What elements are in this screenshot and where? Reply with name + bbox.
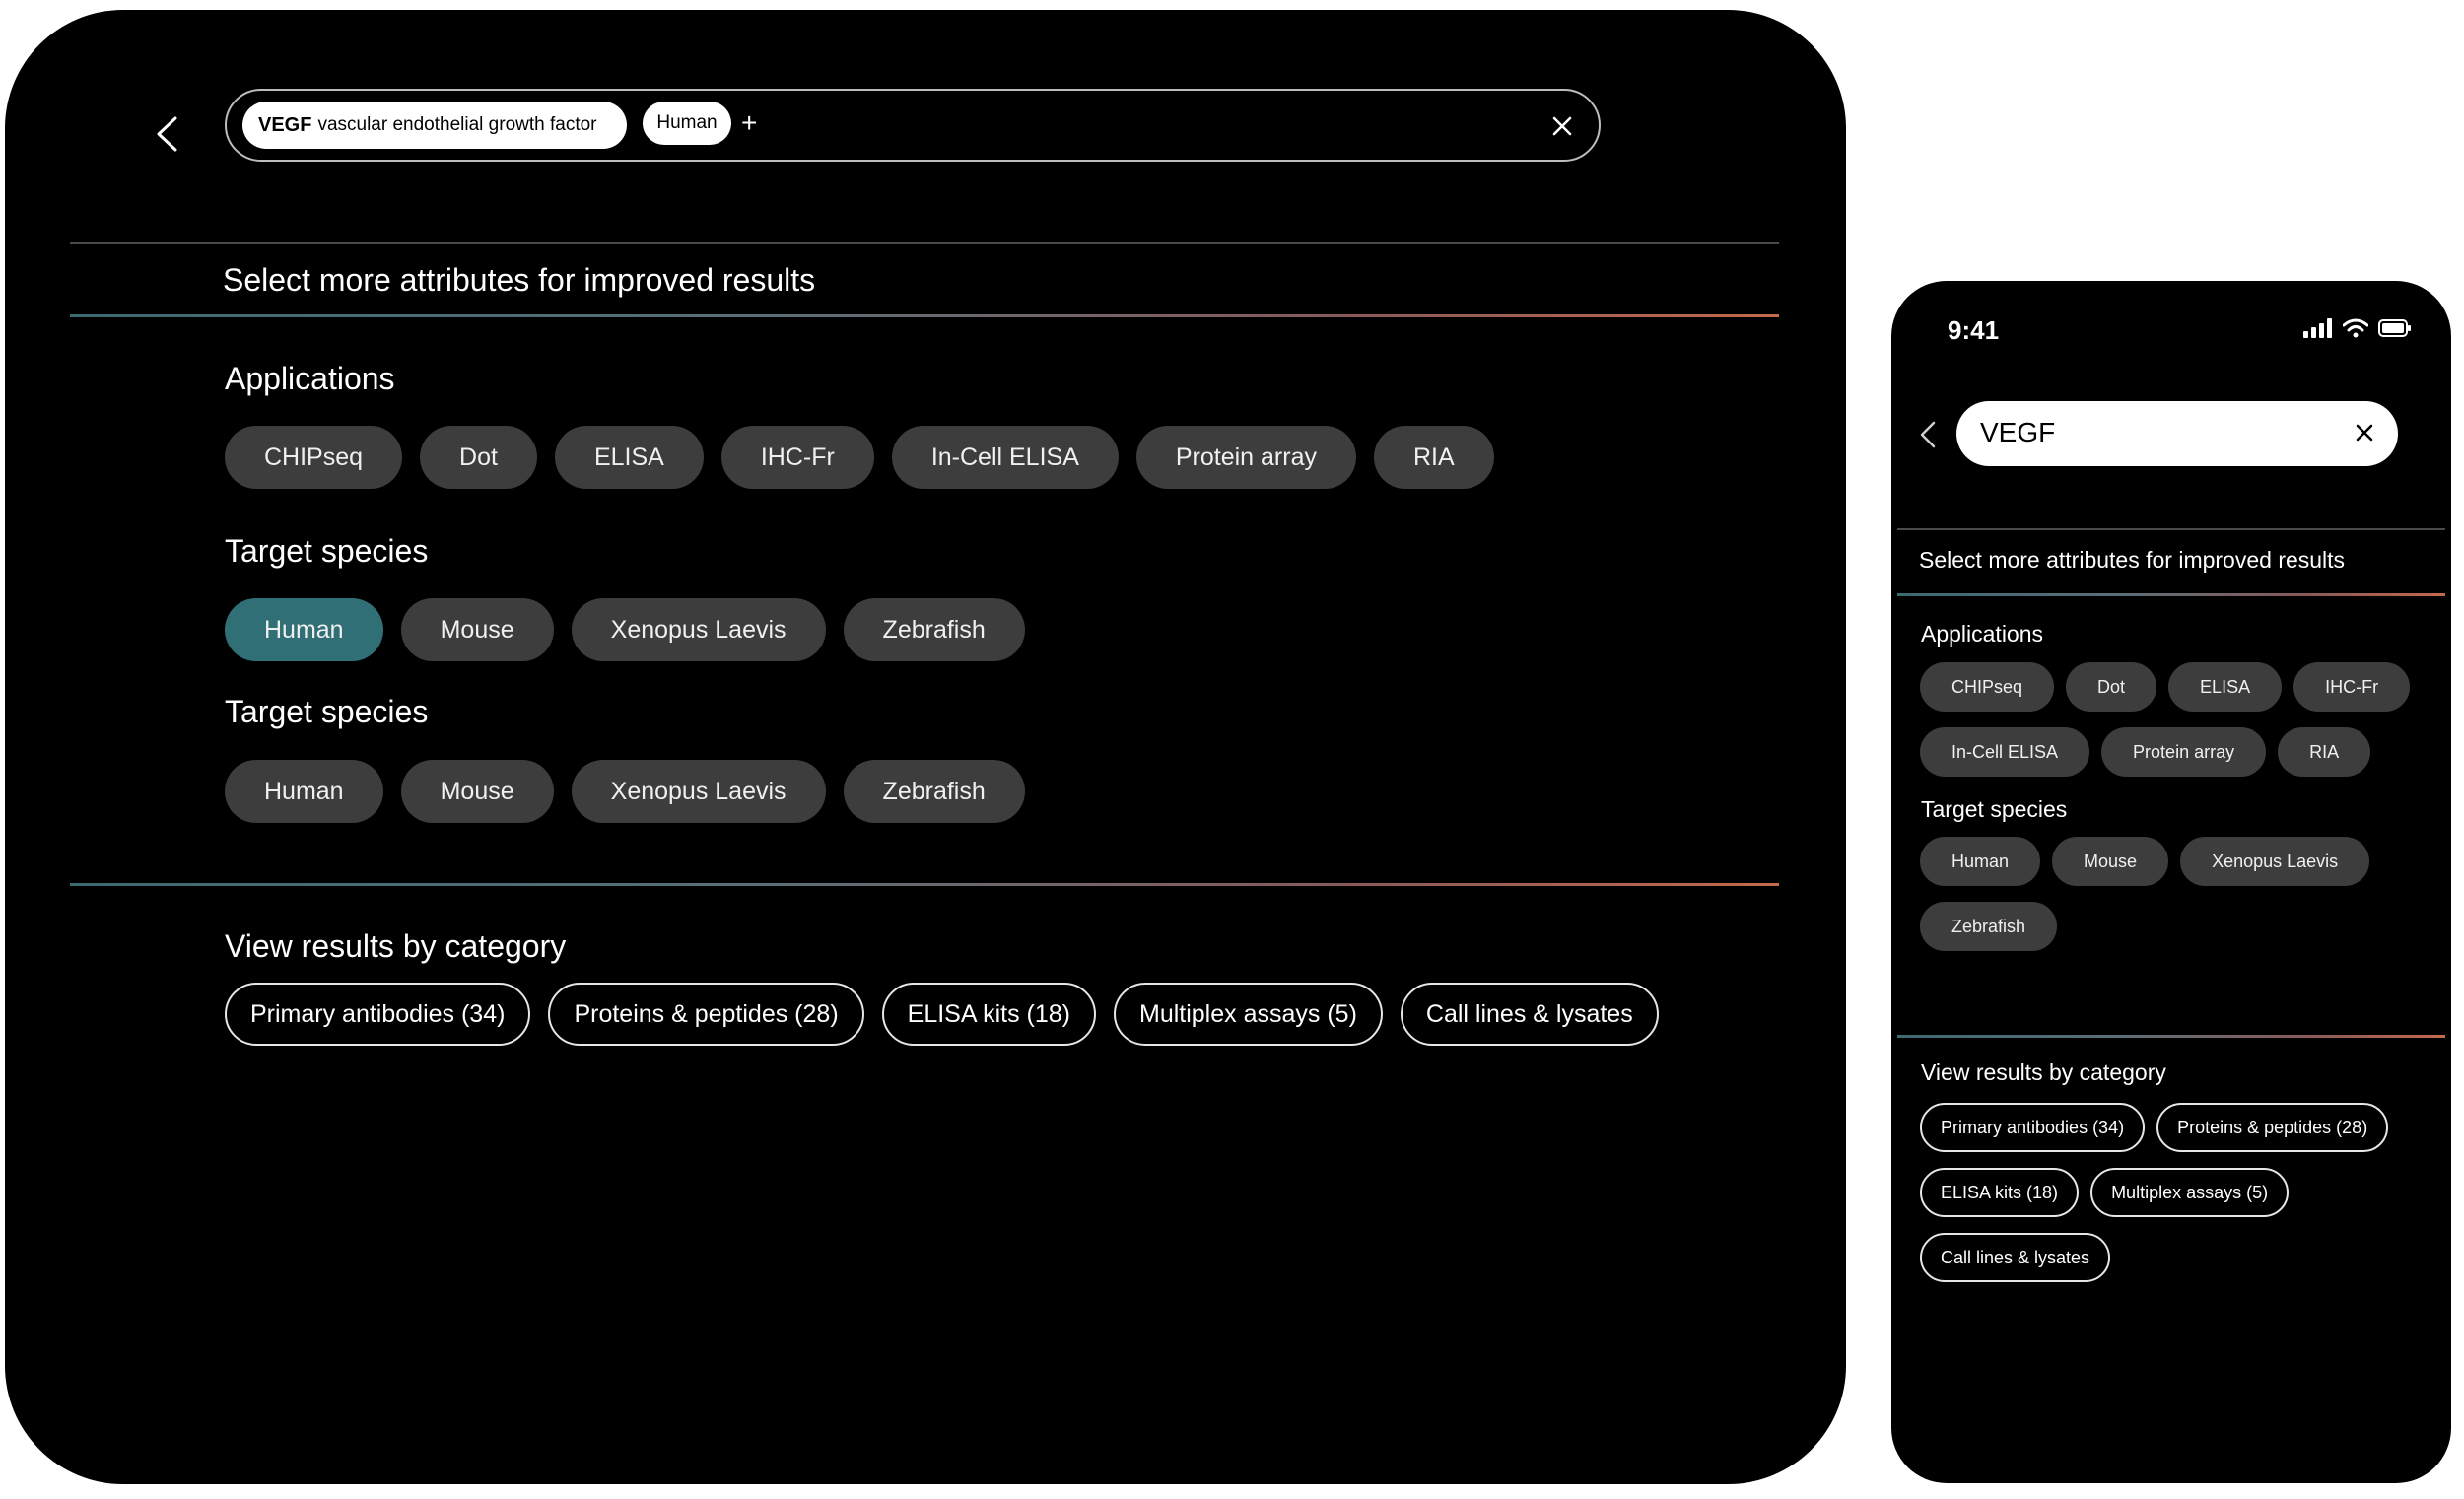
query-description: vascular endothelial growth factor	[317, 114, 597, 135]
filter-pill-dot[interactable]: Dot	[420, 426, 537, 489]
filter-pill-zebrafish[interactable]: Zebrafish	[843, 598, 1025, 661]
filter-pill-in-cell-elisa[interactable]: In-Cell ELISA	[891, 426, 1119, 489]
filter-pill-zebrafish[interactable]: Zebrafish	[843, 760, 1025, 823]
categories-heading: View results by category	[1921, 1059, 2166, 1085]
filter-pill-human-selected[interactable]: Human	[225, 598, 383, 661]
filter-pill-human[interactable]: Human	[225, 760, 383, 823]
wifi-icon	[2343, 318, 2368, 338]
applications-heading: Applications	[1921, 621, 2044, 647]
gradient-divider	[70, 883, 1779, 886]
gradient-divider	[1897, 1035, 2445, 1038]
category-multiplex-assays[interactable]: Multiplex assays (5)	[2090, 1168, 2290, 1217]
filter-pill-mouse[interactable]: Mouse	[400, 598, 554, 661]
filter-pill-in-cell-elisa[interactable]: In-Cell ELISA	[1920, 727, 2090, 777]
close-icon[interactable]	[2353, 421, 2376, 444]
close-icon[interactable]	[1544, 108, 1580, 144]
filter-pill-xenopus-laevis[interactable]: Xenopus Laevis	[571, 598, 826, 661]
target-species-pills: Human Mouse Xenopus Laevis Zebrafish	[225, 598, 1025, 661]
filter-pill-human[interactable]: Human	[1920, 837, 2041, 886]
battery-icon	[2378, 319, 2411, 337]
filter-pill-elisa[interactable]: ELISA	[554, 426, 704, 489]
status-icons	[2303, 318, 2412, 338]
divider	[1897, 528, 2445, 530]
target-species-pills: Human Mouse Xenopus Laevis Zebrafish	[225, 760, 1025, 823]
back-chevron-icon[interactable]	[1917, 419, 1939, 450]
query-chip[interactable]: VEGF vascular endothelial growth factor	[242, 102, 627, 149]
filter-pill-mouse[interactable]: Mouse	[2052, 837, 2169, 886]
filter-pill-xenopus-laevis[interactable]: Xenopus Laevis	[2180, 837, 2370, 886]
target-species-pills: Human Mouse Xenopus Laevis Zebrafish	[1920, 837, 2413, 951]
search-bar[interactable]: VEGF vascular endothelial growth factor …	[225, 89, 1601, 162]
category-pills: Primary antibodies (34) Proteins & pepti…	[225, 983, 1659, 1046]
filter-pill-mouse[interactable]: Mouse	[400, 760, 554, 823]
category-elisa-kits[interactable]: ELISA kits (18)	[881, 983, 1096, 1046]
filter-pill-zebrafish[interactable]: Zebrafish	[1920, 902, 2058, 951]
category-multiplex-assays[interactable]: Multiplex assays (5)	[1114, 983, 1383, 1046]
signal-icon	[2303, 318, 2332, 338]
filter-pill-ihc-fr[interactable]: IHC-Fr	[720, 426, 874, 489]
gradient-divider	[1897, 593, 2445, 596]
attributes-subtitle: Select more attributes for improved resu…	[223, 262, 816, 298]
filter-pill-dot[interactable]: Dot	[2066, 662, 2157, 712]
filter-pill-chipseq[interactable]: CHIPseq	[1920, 662, 2055, 712]
category-primary-antibodies[interactable]: Primary antibodies (34)	[1920, 1103, 2146, 1152]
gradient-divider	[70, 314, 1779, 317]
species-chip[interactable]: Human	[643, 102, 731, 145]
filter-pill-protein-array[interactable]: Protein array	[2101, 727, 2267, 777]
filter-pill-ihc-fr[interactable]: IHC-Fr	[2293, 662, 2411, 712]
phone-screen: 9:41 VEGF Select more attributes for imp…	[1891, 281, 2451, 1483]
category-primary-antibodies[interactable]: Primary antibodies (34)	[225, 983, 531, 1046]
applications-heading: Applications	[225, 361, 395, 396]
filter-pill-ria[interactable]: RIA	[1374, 426, 1494, 489]
status-time: 9:41	[1948, 315, 2000, 345]
category-elisa-kits[interactable]: ELISA kits (18)	[1920, 1168, 2080, 1217]
categories-heading: View results by category	[225, 928, 567, 964]
tablet-screen: VEGF vascular endothelial growth factor …	[5, 10, 1846, 1484]
target-species-heading: Target species	[225, 694, 429, 729]
back-chevron-icon[interactable]	[149, 112, 184, 156]
filter-pill-protein-array[interactable]: Protein array	[1135, 426, 1356, 489]
query-term: VEGF	[258, 113, 312, 136]
category-proteins-peptides[interactable]: Proteins & peptides (28)	[2156, 1103, 2389, 1152]
target-species-heading: Target species	[225, 533, 429, 569]
category-call-lines-lysates[interactable]: Call lines & lysates	[1920, 1233, 2111, 1282]
category-pills: Primary antibodies (34) Proteins & pepti…	[1920, 1103, 2432, 1282]
filter-pill-ria[interactable]: RIA	[2278, 727, 2371, 777]
target-species-heading: Target species	[1921, 796, 2068, 822]
plus-icon[interactable]: +	[741, 103, 757, 143]
category-call-lines-lysates[interactable]: Call lines & lysates	[1400, 983, 1659, 1046]
search-input[interactable]: VEGF	[1956, 401, 2398, 466]
attributes-subtitle: Select more attributes for improved resu…	[1919, 547, 2346, 573]
filter-pill-elisa[interactable]: ELISA	[2168, 662, 2283, 712]
divider	[70, 242, 1779, 244]
search-value: VEGF	[1980, 417, 2056, 447]
applications-pills: CHIPseq Dot ELISA IHC-Fr In-Cell ELISA P…	[225, 426, 1494, 489]
applications-pills: CHIPseq Dot ELISA IHC-Fr In-Cell ELISA P…	[1920, 662, 2413, 777]
category-proteins-peptides[interactable]: Proteins & peptides (28)	[548, 983, 864, 1046]
filter-pill-xenopus-laevis[interactable]: Xenopus Laevis	[571, 760, 826, 823]
filter-pill-chipseq[interactable]: CHIPseq	[225, 426, 403, 489]
